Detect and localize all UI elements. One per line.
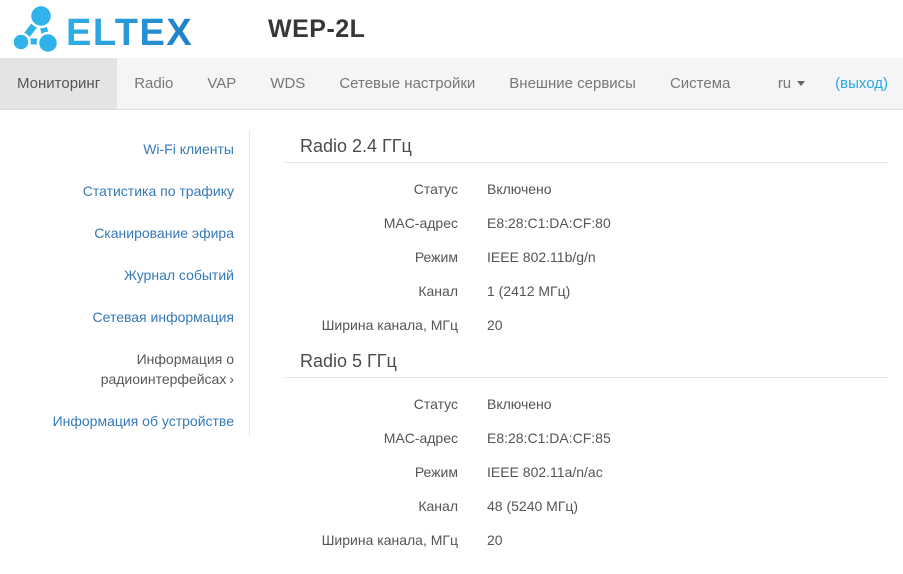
top-navigation: Мониторинг Radio VAP WDS Сетевые настрой… bbox=[0, 58, 903, 110]
detail-row: Статус Включено bbox=[285, 387, 888, 421]
detail-row: Режим IEEE 802.11b/g/n bbox=[285, 240, 888, 274]
detail-value: 20 bbox=[487, 317, 503, 333]
app-header: ELTEX WEP-2L bbox=[0, 0, 903, 58]
tab-system[interactable]: Система bbox=[653, 58, 747, 109]
sidebar-item-label: Информация о радиоинтерфейсах bbox=[101, 351, 234, 387]
detail-value: IEEE 802.11a/n/ac bbox=[487, 464, 603, 480]
radio-5ghz-details: Статус Включено MAC-адрес E8:28:C1:DA:CF… bbox=[285, 378, 888, 557]
logout-link[interactable]: (выход) bbox=[835, 75, 888, 92]
tab-monitoring[interactable]: Мониторинг bbox=[0, 58, 117, 109]
radio-24ghz-details: Статус Включено MAC-адрес E8:28:C1:DA:CF… bbox=[285, 163, 888, 342]
radio-5ghz-section: Radio 5 ГГц Статус Включено MAC-адрес E8… bbox=[285, 347, 888, 557]
section-title: Radio 5 ГГц bbox=[285, 347, 888, 378]
detail-row: Канал 1 (2412 МГц) bbox=[285, 274, 888, 308]
main-panel: Radio 2.4 ГГц Статус Включено MAC-адрес … bbox=[285, 110, 888, 557]
sidebar-item-radio-interfaces-info[interactable]: Информация о радиоинтерфейсах› bbox=[0, 349, 234, 389]
detail-value: E8:28:C1:DA:CF:80 bbox=[487, 215, 611, 231]
detail-label: Статус bbox=[285, 181, 458, 197]
detail-value: Включено bbox=[487, 181, 552, 197]
detail-row: Ширина канала, МГц 20 bbox=[285, 308, 888, 342]
sidebar: Wi-Fi клиенты Статистика по трафику Скан… bbox=[0, 110, 250, 557]
language-value: ru bbox=[778, 75, 791, 92]
detail-value: 1 (2412 МГц) bbox=[487, 283, 570, 299]
tab-wds[interactable]: WDS bbox=[253, 58, 322, 109]
detail-label: Канал bbox=[285, 498, 458, 514]
chevron-right-icon: › bbox=[229, 371, 234, 387]
detail-label: Ширина канала, МГц bbox=[285, 317, 458, 333]
sidebar-item-air-scan[interactable]: Сканирование эфира bbox=[0, 223, 234, 243]
detail-value: IEEE 802.11b/g/n bbox=[487, 249, 596, 265]
eltex-logo-text: ELTEX bbox=[66, 12, 193, 53]
detail-row: Ширина канала, МГц 20 bbox=[285, 523, 888, 557]
detail-label: Ширина канала, МГц bbox=[285, 532, 458, 548]
detail-row: Статус Включено bbox=[285, 172, 888, 206]
detail-row: MAC-адрес E8:28:C1:DA:CF:85 bbox=[285, 421, 888, 455]
detail-row: Канал 48 (5240 МГц) bbox=[285, 489, 888, 523]
tab-external-services[interactable]: Внешние сервисы bbox=[492, 58, 653, 109]
detail-row: MAC-адрес E8:28:C1:DA:CF:80 bbox=[285, 206, 888, 240]
sidebar-item-event-log[interactable]: Журнал событий bbox=[0, 265, 234, 285]
eltex-logo-icon: ELTEX bbox=[10, 5, 206, 53]
sidebar-item-device-info[interactable]: Информация об устройстве bbox=[0, 411, 234, 431]
detail-value: 20 bbox=[487, 532, 503, 548]
chevron-down-icon bbox=[797, 81, 805, 86]
radio-24ghz-section: Radio 2.4 ГГц Статус Включено MAC-адрес … bbox=[285, 132, 888, 342]
sidebar-menu: Wi-Fi клиенты Статистика по трафику Скан… bbox=[0, 130, 250, 436]
detail-label: MAC-адрес bbox=[285, 430, 458, 446]
topnav-right-group: ru (выход) bbox=[778, 58, 903, 109]
tab-network-settings[interactable]: Сетевые настройки bbox=[322, 58, 492, 109]
page-title: WEP-2L bbox=[268, 15, 365, 44]
section-title: Radio 2.4 ГГц bbox=[285, 132, 888, 163]
sidebar-item-traffic-stats[interactable]: Статистика по трафику bbox=[0, 181, 234, 201]
detail-label: MAC-адрес bbox=[285, 215, 458, 231]
detail-value: 48 (5240 МГц) bbox=[487, 498, 578, 514]
detail-label: Канал bbox=[285, 283, 458, 299]
tab-radio[interactable]: Radio bbox=[117, 58, 190, 109]
sidebar-item-network-info[interactable]: Сетевая информация bbox=[0, 307, 234, 327]
detail-row: Режим IEEE 802.11a/n/ac bbox=[285, 455, 888, 489]
detail-value: E8:28:C1:DA:CF:85 bbox=[487, 430, 611, 446]
detail-label: Статус bbox=[285, 396, 458, 412]
sidebar-item-wifi-clients[interactable]: Wi-Fi клиенты bbox=[0, 139, 234, 159]
content-area: Wi-Fi клиенты Статистика по трафику Скан… bbox=[0, 110, 903, 557]
language-dropdown[interactable]: ru bbox=[778, 75, 805, 92]
tab-vap[interactable]: VAP bbox=[190, 58, 253, 109]
detail-label: Режим bbox=[285, 249, 458, 265]
detail-label: Режим bbox=[285, 464, 458, 480]
detail-value: Включено bbox=[487, 396, 552, 412]
